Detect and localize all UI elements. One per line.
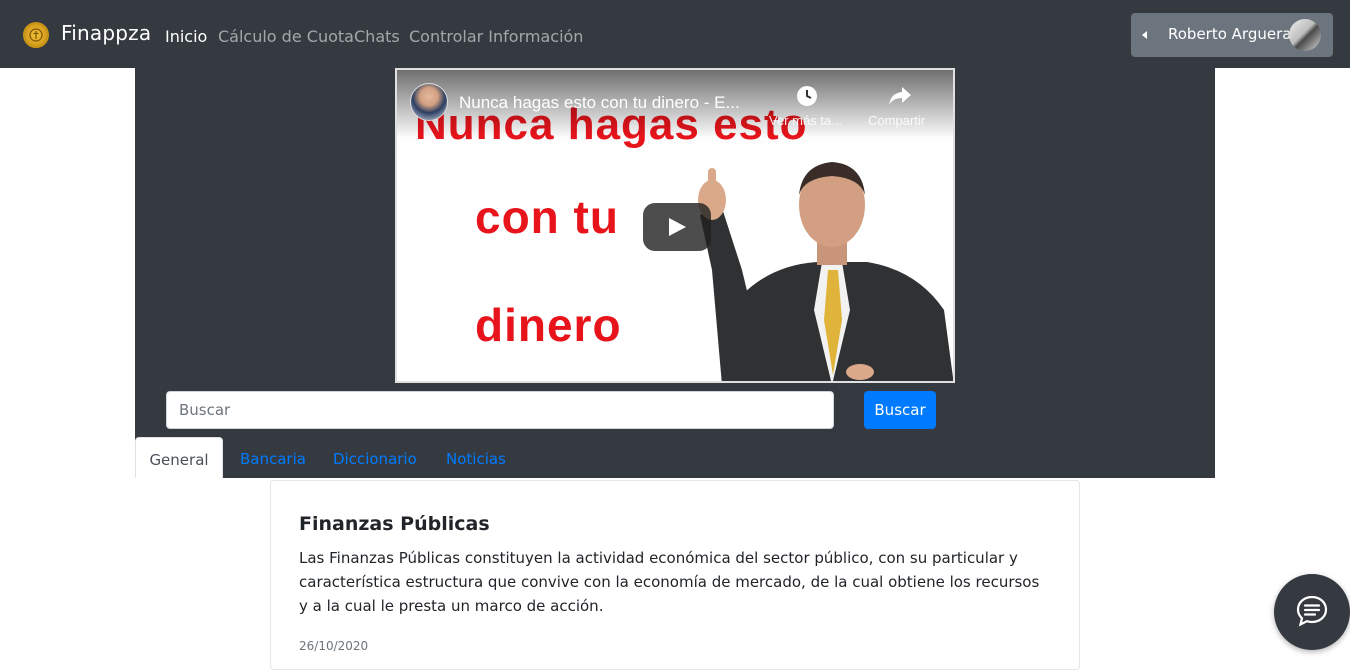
- nav-link-inicio[interactable]: Inicio: [165, 27, 207, 46]
- brand-name[interactable]: Finappza: [61, 21, 151, 45]
- share-arrow-icon[interactable]: [887, 84, 913, 108]
- video-player[interactable]: Nunca hagas esto con tu dinero Nunca hag…: [395, 68, 955, 383]
- search-button[interactable]: Buscar: [864, 391, 936, 429]
- chat-bubble-icon: [1296, 595, 1328, 627]
- top-navbar: Finappza Inicio Cálculo de Cuota Chats C…: [0, 0, 1350, 68]
- play-icon: [669, 218, 686, 236]
- presenter-image: [698, 162, 953, 381]
- video-overlay-line-3: dinero: [475, 299, 622, 351]
- nav-link-chats[interactable]: Chats: [354, 27, 400, 46]
- avatar: [1289, 19, 1321, 51]
- share-label[interactable]: Compartir: [868, 113, 925, 128]
- video-title[interactable]: Nunca hagas esto con tu dinero - E...: [459, 93, 740, 113]
- play-button[interactable]: [643, 203, 711, 251]
- nav-link-calculo-cuota[interactable]: Cálculo de Cuota: [218, 27, 354, 46]
- tab-noticias[interactable]: Noticias: [446, 437, 506, 478]
- watch-later-label[interactable]: Ver más ta...: [769, 113, 842, 128]
- tab-general[interactable]: General: [135, 437, 223, 478]
- video-overlay-line-2: con tu: [475, 191, 619, 243]
- tab-bancaria[interactable]: Bancaria: [240, 437, 306, 478]
- tab-diccionario[interactable]: Diccionario: [333, 437, 417, 478]
- user-name: Roberto Arguera: [1168, 25, 1292, 43]
- article-card: Finanzas Públicas Las Finanzas Públicas …: [270, 480, 1080, 670]
- article-body: Las Finanzas Públicas constituyen la act…: [299, 549, 1040, 615]
- chat-launcher-button[interactable]: [1274, 574, 1350, 650]
- article-title: Finanzas Públicas: [299, 513, 490, 535]
- article-date: 26/10/2020: [299, 639, 369, 653]
- search-input[interactable]: [166, 391, 834, 429]
- nav-link-controlar-informacion[interactable]: Controlar Información: [409, 27, 583, 46]
- coin-logo-icon[interactable]: [23, 22, 49, 48]
- user-menu-button[interactable]: Roberto Arguera: [1131, 13, 1333, 57]
- channel-avatar[interactable]: [410, 83, 448, 121]
- caret-left-icon: [1142, 31, 1147, 39]
- clock-icon[interactable]: [795, 84, 819, 108]
